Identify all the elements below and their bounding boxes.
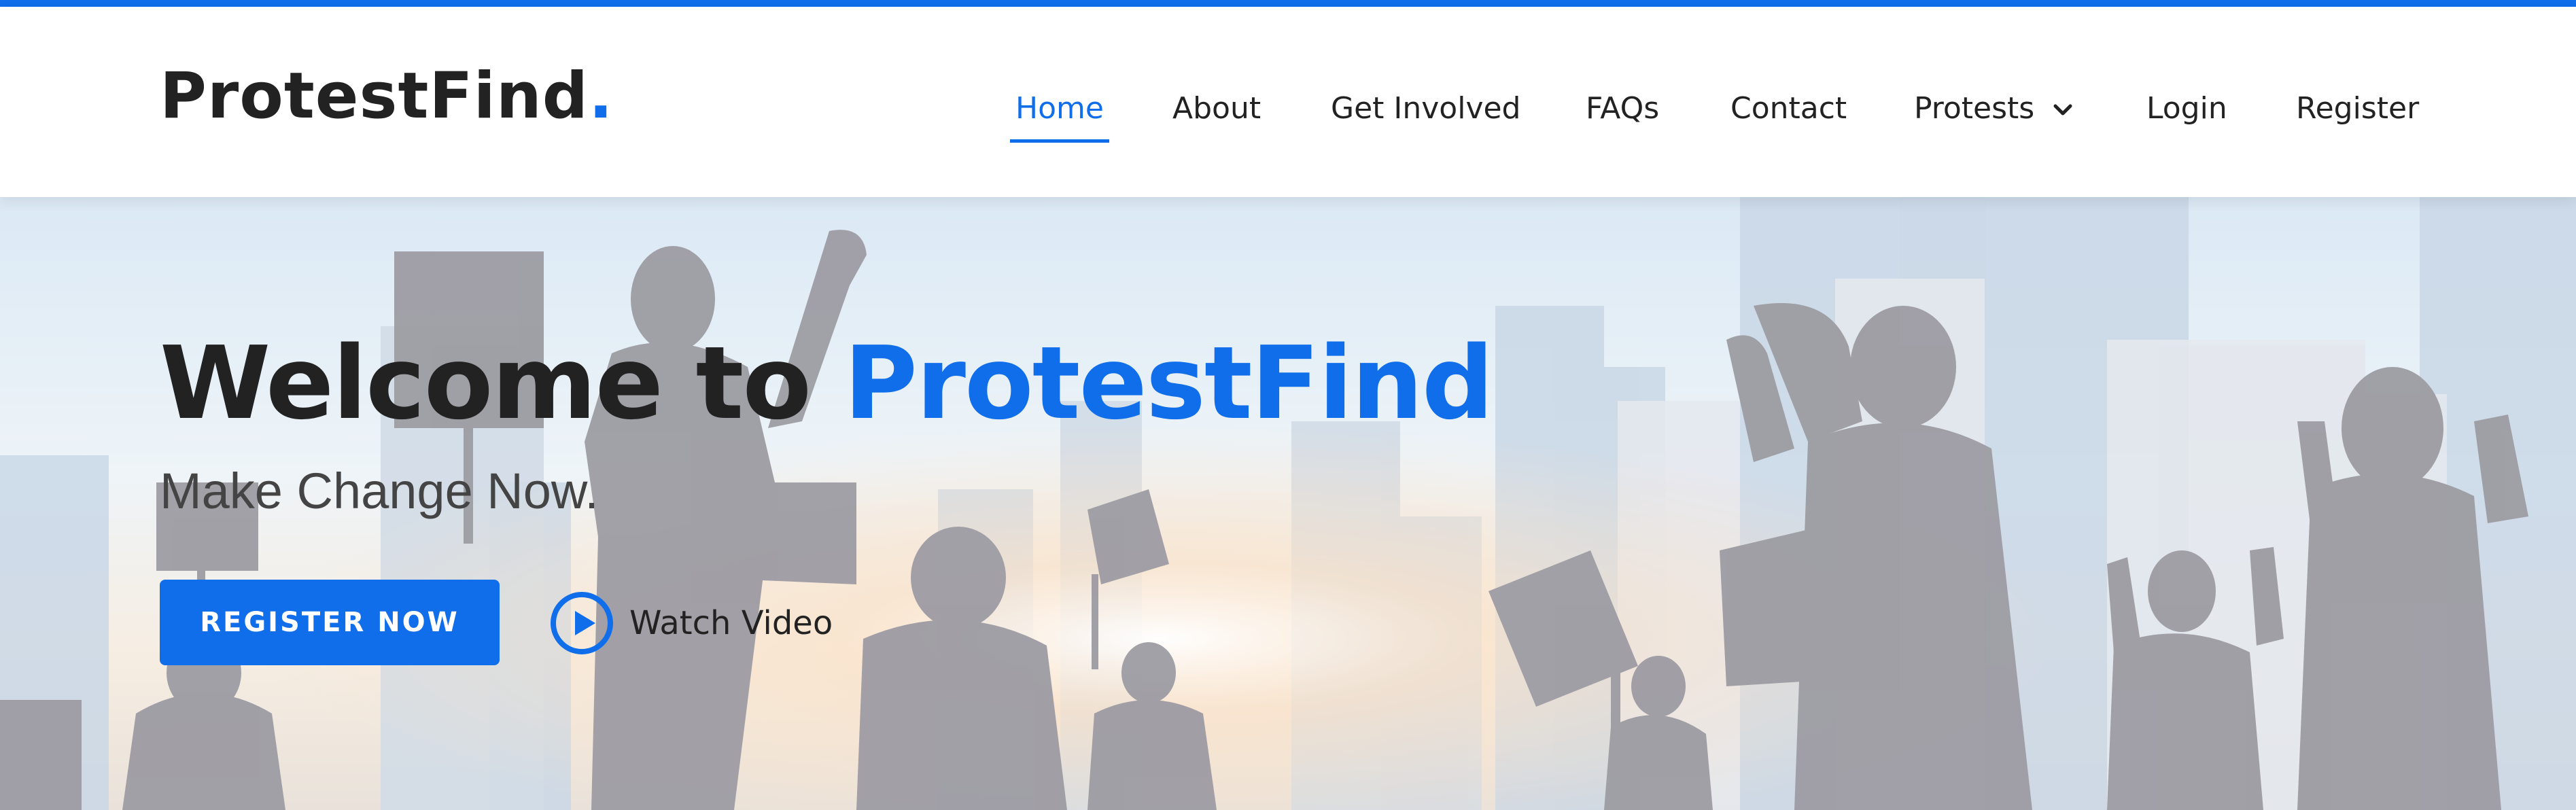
- logo-dot: .: [589, 59, 614, 133]
- nav-faqs[interactable]: FAQs: [1586, 82, 1659, 136]
- nav-register[interactable]: Register: [2296, 82, 2419, 136]
- nav-contact[interactable]: Contact: [1730, 82, 1847, 136]
- hero-title-prefix: Welcome to: [160, 325, 812, 442]
- register-now-button[interactable]: REGISTER NOW: [160, 580, 500, 665]
- watch-video-label: Watch Video: [629, 604, 833, 642]
- hero-subtitle: Make Change Now.: [160, 463, 599, 519]
- nav-get-involved[interactable]: Get Involved: [1331, 82, 1521, 136]
- play-circle-icon: [551, 592, 613, 654]
- logo-text: ProtestFind: [160, 59, 589, 133]
- nav-about[interactable]: About: [1172, 82, 1261, 136]
- top-accent-bar: [0, 0, 2576, 7]
- hero-title-accent: ProtestFind: [843, 325, 1494, 442]
- nav-protests-label: Protests: [1914, 91, 2035, 126]
- nav-home[interactable]: Home: [1010, 82, 1109, 143]
- nav-protests-dropdown[interactable]: Protests: [1914, 82, 2076, 136]
- watch-video-link[interactable]: Watch Video: [549, 586, 833, 661]
- site-logo[interactable]: ProtestFind.: [160, 65, 614, 128]
- chevron-down-icon: [2053, 104, 2072, 116]
- site-header: ProtestFind. Home About Get Involved FAQ…: [0, 7, 2576, 197]
- hero-title: Welcome to ProtestFind: [160, 333, 1494, 434]
- nav-login[interactable]: Login: [2146, 82, 2227, 136]
- hero-section: Welcome to ProtestFind Make Change Now. …: [0, 197, 2576, 810]
